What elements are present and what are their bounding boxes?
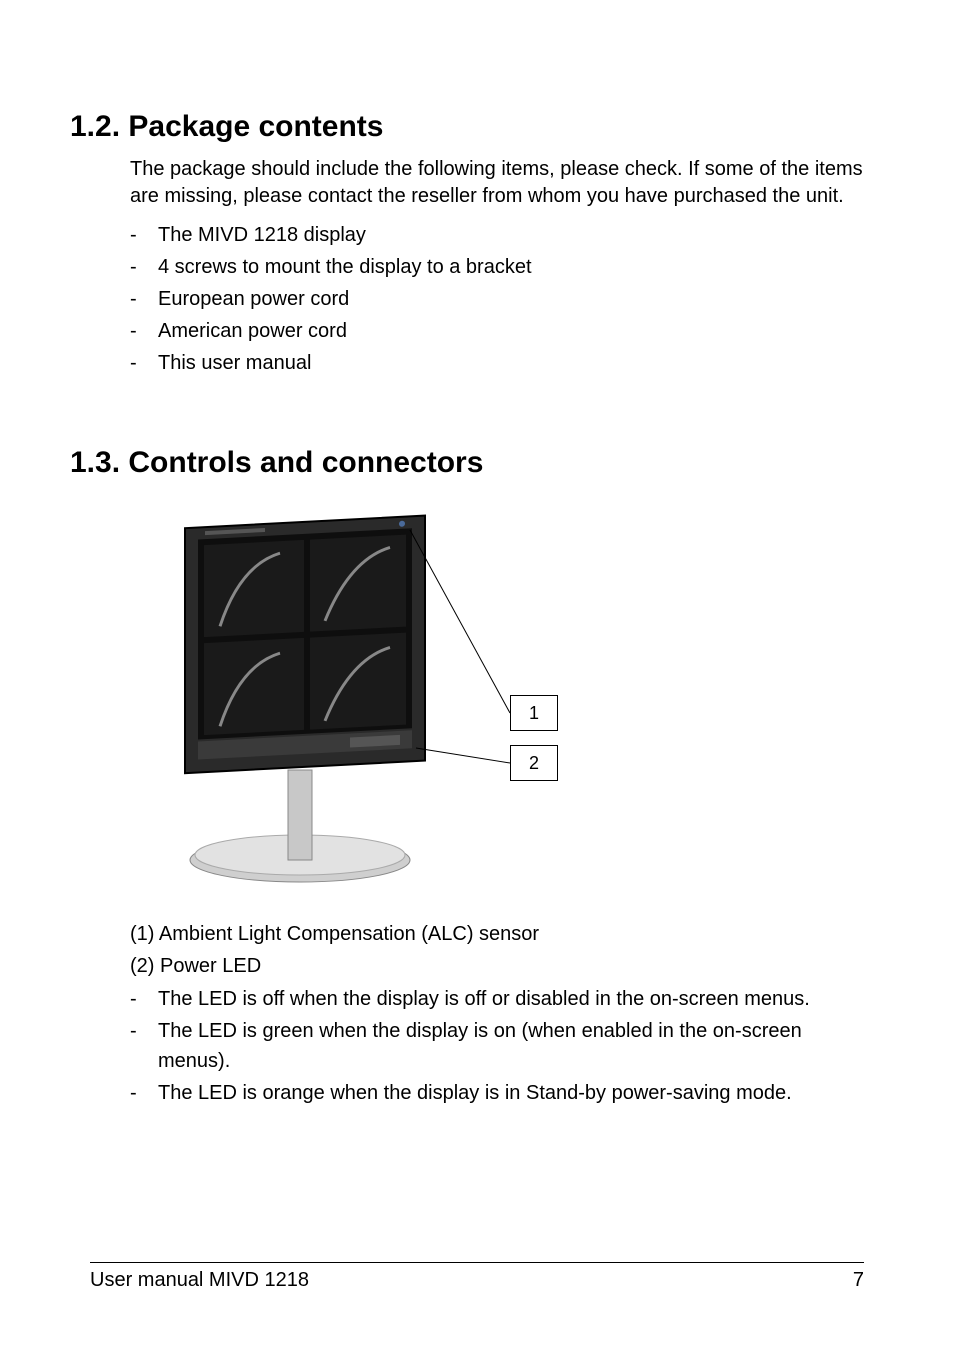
dash-icon: - [130,316,158,346]
numbered-item-1: (1) Ambient Light Compensation (ALC) sen… [130,920,864,948]
page-footer: User manual MIVD 1218 7 [90,1262,864,1292]
list-item-text: American power cord [158,316,864,346]
section-1-2-intro: The package should include the following… [130,156,864,210]
list-item-text: The LED is green when the display is on … [158,1016,864,1076]
list-item-text: European power cord [158,284,864,314]
list-item-text: 4 screws to mount the display to a brack… [158,252,864,282]
dash-icon: - [130,252,158,282]
section-heading-1-2: 1.2. Package contents [70,110,864,144]
list-item-text: This user manual [158,348,864,378]
led-description-list: - The LED is off when the display is off… [130,984,864,1108]
list-item-text: The MIVD 1218 display [158,220,864,250]
list-item-text: The LED is off when the display is off o… [158,984,864,1014]
dash-icon: - [130,348,158,378]
dash-icon: - [130,220,158,250]
list-item: - European power cord [130,284,864,314]
dash-icon: - [130,284,158,314]
list-item: - American power cord [130,316,864,346]
list-item: - The LED is orange when the display is … [130,1078,864,1108]
page-number: 7 [853,1269,864,1292]
footer-left-text: User manual MIVD 1218 [90,1269,309,1292]
section-heading-1-3: 1.3. Controls and connectors [70,446,864,480]
callout-lines-icon [150,510,570,890]
package-contents-list: - The MIVD 1218 display - 4 screws to mo… [130,220,864,378]
list-item: - The LED is green when the display is o… [130,1016,864,1076]
list-item: - This user manual [130,348,864,378]
monitor-figure: 1 2 [150,510,570,890]
list-item-text: The LED is orange when the display is in… [158,1078,864,1108]
list-item: - The LED is off when the display is off… [130,984,864,1014]
dash-icon: - [130,984,158,1014]
dash-icon: - [130,1016,158,1076]
numbered-item-2: (2) Power LED [130,952,864,980]
list-item: - The MIVD 1218 display [130,220,864,250]
callout-label-2: 2 [510,745,558,781]
list-item: - 4 screws to mount the display to a bra… [130,252,864,282]
dash-icon: - [130,1078,158,1108]
callout-label-1: 1 [510,695,558,731]
